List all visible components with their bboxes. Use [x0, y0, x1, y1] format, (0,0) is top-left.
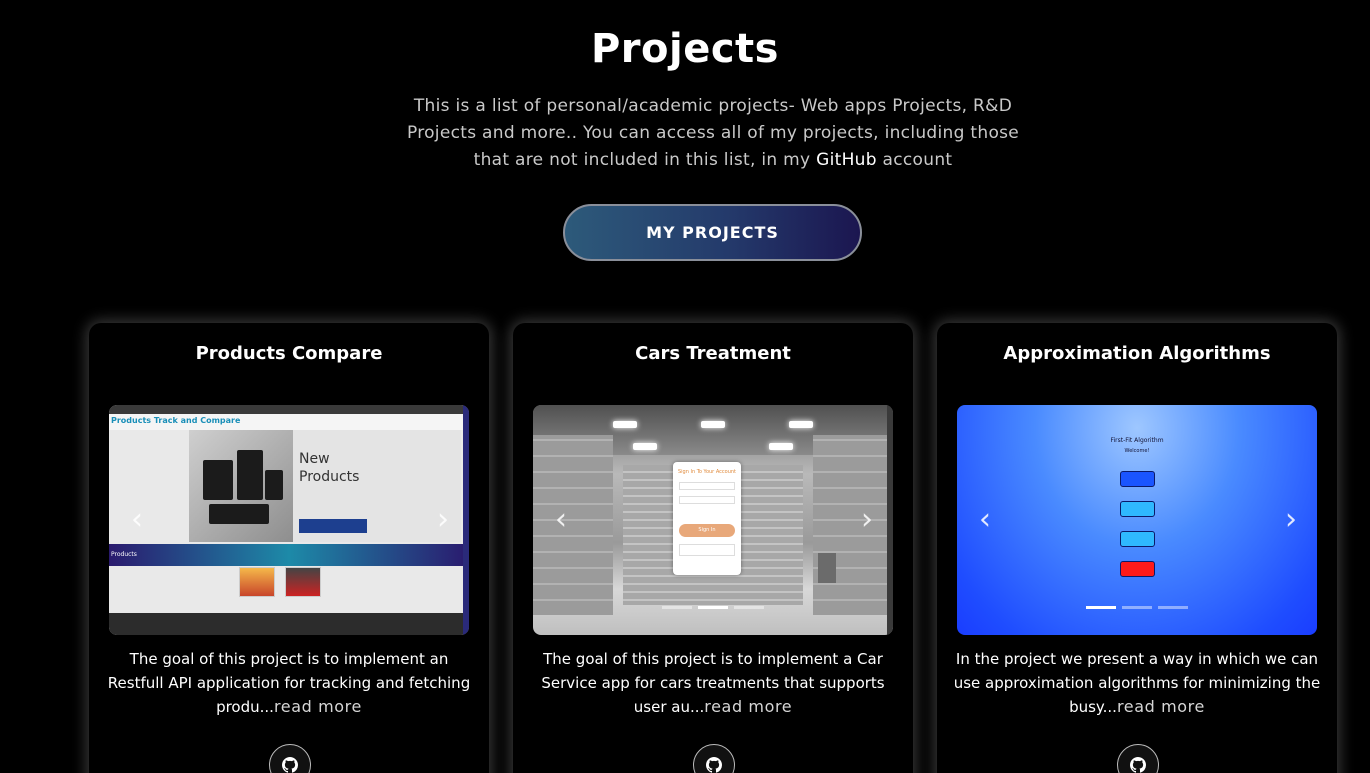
github-button[interactable] [693, 744, 735, 773]
project-screenshot: First-Fit Algorithm Welcome! [957, 405, 1317, 635]
project-screenshot: Sign In To Your Account Sign In [533, 405, 893, 635]
screenshot-heading: First-Fit Algorithm [1110, 437, 1164, 444]
project-description: The goal of this project is to implement… [101, 647, 477, 719]
project-title: Approximation Algorithms [1003, 343, 1271, 364]
chevron-left-icon[interactable]: ‹ [973, 505, 997, 537]
screenshot-hero-line1: New [299, 451, 330, 467]
project-carousel[interactable]: Sign In To Your Account Sign In ‹ › [533, 405, 893, 635]
project-card-cars-treatment: Cars Treatment Sign In To Your Account S… [513, 323, 913, 773]
project-screenshot: Products Track and Compare New Products P… [109, 405, 469, 635]
chevron-left-icon[interactable]: ‹ [125, 505, 149, 537]
read-more-link[interactable]: read more [1117, 697, 1205, 716]
project-description: In the project we present a way in which… [949, 647, 1325, 719]
project-card-approximation-algorithms: Approximation Algorithms First-Fit Algor… [937, 323, 1337, 773]
screenshot-sign-in: Sign In [679, 524, 735, 537]
project-title: Cars Treatment [635, 343, 791, 364]
project-description: The goal of this project is to implement… [525, 647, 901, 719]
page-title: Projects [590, 26, 779, 72]
github-button[interactable] [269, 744, 311, 773]
chevron-left-icon[interactable]: ‹ [549, 505, 573, 537]
intro-text-after: account [876, 150, 953, 170]
chevron-right-icon[interactable]: › [431, 505, 455, 537]
screenshot-sign-in-label: Sign In [698, 527, 716, 533]
carousel-indicators [957, 606, 1317, 609]
project-card-products-compare: Products Compare Products Track and Comp… [89, 323, 489, 773]
read-more-link[interactable]: read more [704, 697, 792, 716]
chevron-right-icon[interactable]: › [1279, 505, 1303, 537]
read-more-link[interactable]: read more [274, 697, 362, 716]
screenshot-welcome: Welcome! [1124, 448, 1150, 454]
screenshot-brand: Products Track and Compare [109, 414, 469, 430]
carousel-indicator[interactable] [734, 606, 764, 609]
carousel-indicator[interactable] [662, 606, 692, 609]
github-icon [1130, 757, 1146, 773]
github-button[interactable] [1117, 744, 1159, 773]
project-title: Products Compare [195, 343, 383, 364]
github-icon [282, 757, 298, 773]
carousel-indicator[interactable] [698, 606, 728, 609]
project-carousel[interactable]: First-Fit Algorithm Welcome! ‹ › [957, 405, 1317, 635]
carousel-indicator[interactable] [1122, 606, 1152, 609]
carousel-indicators [533, 606, 893, 609]
screenshot-band-label: Products [109, 544, 469, 566]
github-link[interactable]: GitHub [816, 150, 877, 170]
chevron-right-icon[interactable]: › [855, 505, 879, 537]
carousel-indicator[interactable] [1158, 606, 1188, 609]
github-icon [706, 757, 722, 773]
screenshot-hero-line2: Products [299, 469, 360, 485]
screenshot-form-title: Sign In To Your Account [677, 469, 737, 475]
project-carousel[interactable]: Products Track and Compare New Products P… [109, 405, 469, 635]
my-projects-button[interactable]: MY PROJECTS [563, 204, 862, 261]
intro-text: This is a list of personal/academic proj… [395, 93, 1031, 174]
carousel-indicator[interactable] [1086, 606, 1116, 609]
